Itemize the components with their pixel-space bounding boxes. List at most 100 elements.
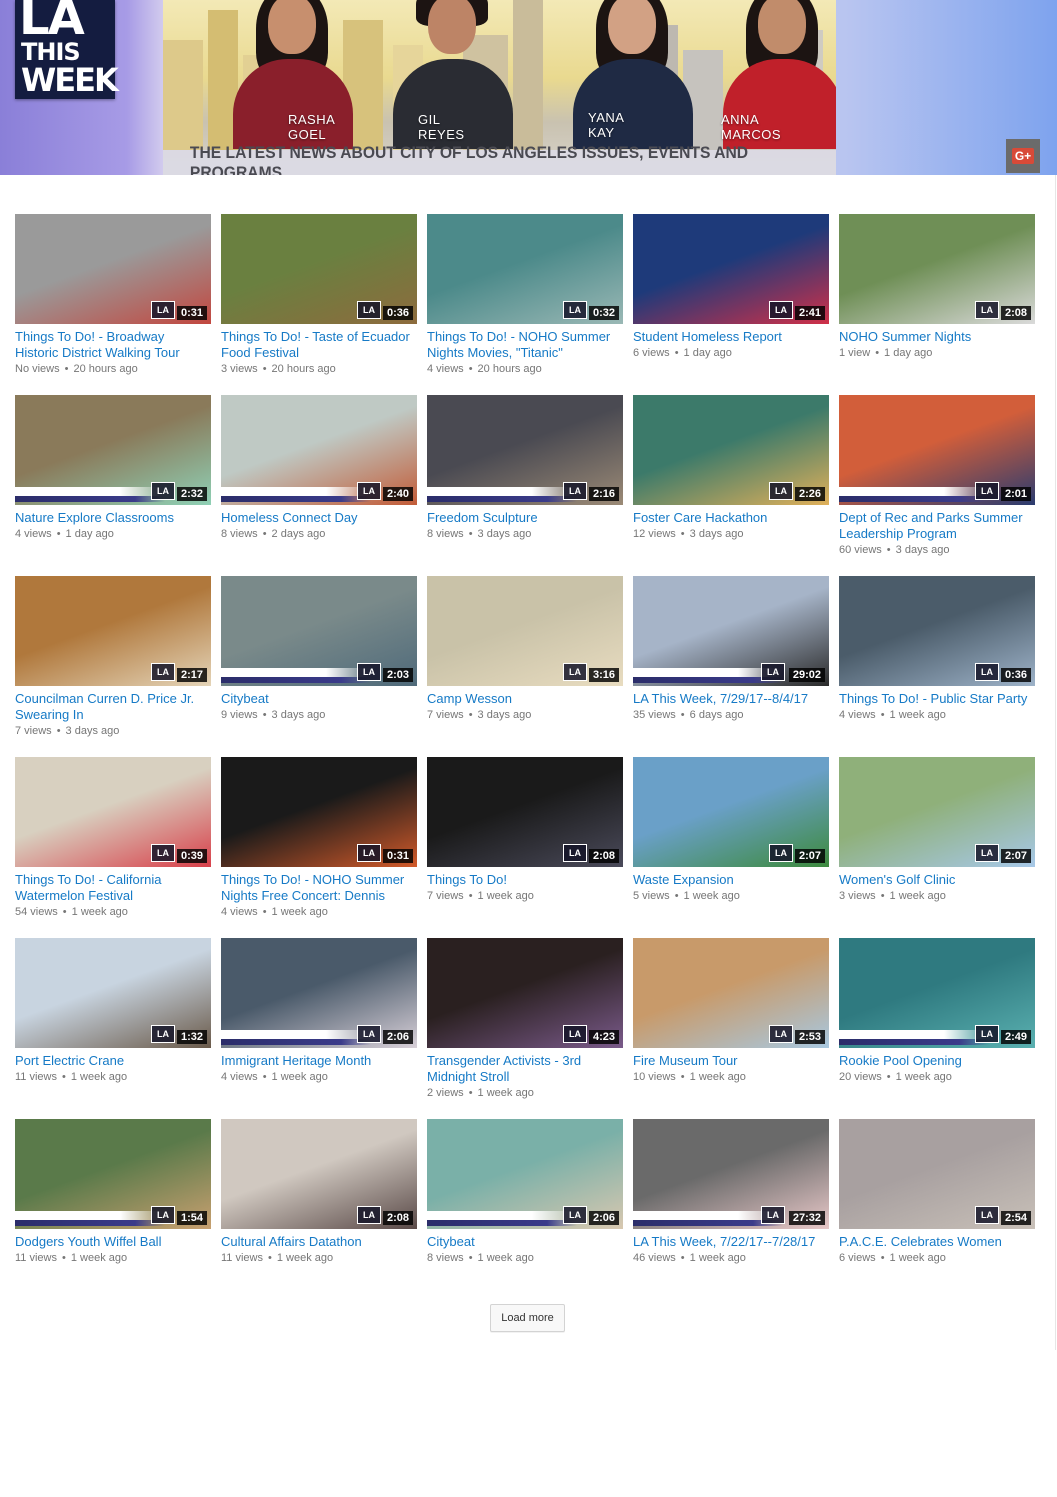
view-count: 7 views — [427, 709, 464, 721]
channel-watermark-icon: LA — [563, 1206, 587, 1224]
video-title-link[interactable]: Dept of Rec and Parks Summer Leadership … — [839, 510, 1035, 542]
video-title-link[interactable]: Nature Explore Classrooms — [15, 510, 211, 526]
video-thumbnail[interactable]: LA 2:03 — [221, 576, 417, 686]
video-title-link[interactable]: LA This Week, 7/29/17--8/4/17 — [633, 691, 829, 707]
video-thumbnail[interactable]: LA 4:23 — [427, 938, 623, 1048]
video-card: LA 2:08 NOHO Summer Nights 1 view • 1 day ago — [839, 214, 1035, 360]
video-thumbnail[interactable]: LA 2:07 — [839, 757, 1035, 867]
video-thumbnail[interactable]: LA 2:06 — [427, 1119, 623, 1229]
video-duration: 2:07 — [1000, 849, 1031, 863]
video-thumbnail[interactable]: LA 2:06 — [221, 938, 417, 1048]
video-title-link[interactable]: Things To Do! - Taste of Ecuador Food Fe… — [221, 329, 417, 361]
video-card: LA 2:54 P.A.C.E. Celebrates Women 6 views • 1… — [839, 1119, 1035, 1265]
view-count: 11 views — [15, 1071, 57, 1083]
video-meta: 54 views • 1 week ago — [15, 905, 211, 919]
video-card: LA 1:32 Port Electric Crane 11 views • 1 week… — [15, 938, 211, 1084]
lower-third-graphic — [839, 487, 989, 496]
video-title-link[interactable]: Foster Care Hackathon — [633, 510, 829, 526]
upload-age: 1 week ago — [477, 890, 534, 902]
video-title-link[interactable]: P.A.C.E. Celebrates Women — [839, 1234, 1035, 1250]
video-thumbnail[interactable]: LA 2:54 — [839, 1119, 1035, 1229]
video-title-link[interactable]: Citybeat — [221, 691, 417, 707]
separator-dot: • — [468, 1087, 473, 1099]
video-title-link[interactable]: Things To Do! - NOHO Summer Nights Movie… — [427, 329, 623, 361]
video-title-link[interactable]: Cultural Affairs Datathon — [221, 1234, 417, 1250]
video-title-link[interactable]: Camp Wesson — [427, 691, 623, 707]
video-thumbnail[interactable]: LA 0:39 — [15, 757, 211, 867]
video-thumbnail[interactable]: LA 2:32 — [15, 395, 211, 505]
video-title-link[interactable]: Councilman Curren D. Price Jr. Swearing … — [15, 691, 211, 723]
separator-dot: • — [62, 906, 67, 918]
video-card: LA 0:31 Things To Do! - NOHO Summer Nights… — [221, 757, 417, 919]
video-thumbnail[interactable]: LA 2:08 — [427, 757, 623, 867]
channel-watermark-icon: LA — [563, 844, 587, 862]
video-title-link[interactable]: Freedom Sculpture — [427, 510, 623, 526]
video-card: LA 2:32 Nature Explore Classrooms 4 views • 1… — [15, 395, 211, 541]
video-thumbnail[interactable]: LA 2:49 — [839, 938, 1035, 1048]
video-title-link[interactable]: LA This Week, 7/22/17--7/28/17 — [633, 1234, 829, 1250]
video-thumbnail[interactable]: LA 2:08 — [839, 214, 1035, 324]
video-meta: 11 views • 1 week ago — [15, 1070, 211, 1084]
view-count: 4 views — [839, 709, 876, 721]
video-title-link[interactable]: Things To Do! — [427, 872, 623, 888]
upload-age: 3 days ago — [65, 725, 120, 737]
load-more-button[interactable]: Load more — [490, 1304, 565, 1332]
video-thumbnail[interactable]: LA 2:17 — [15, 576, 211, 686]
video-thumbnail[interactable]: LA 2:41 — [633, 214, 829, 324]
google-plus-button[interactable]: G+ — [1006, 139, 1040, 173]
upload-age: 1 week ago — [889, 1252, 946, 1264]
separator-dot: • — [61, 1252, 66, 1264]
video-thumbnail[interactable]: LA 0:31 — [221, 757, 417, 867]
video-thumbnail[interactable]: LA 0:36 — [221, 214, 417, 324]
channel-watermark-icon: LA — [357, 482, 381, 500]
video-title-link[interactable]: Student Homeless Report — [633, 329, 829, 345]
video-thumbnail[interactable]: LA 2:08 — [221, 1119, 417, 1229]
host-portrait — [558, 0, 708, 149]
video-title-link[interactable]: Port Electric Crane — [15, 1053, 211, 1069]
video-thumbnail[interactable]: LA 2:53 — [633, 938, 829, 1048]
video-title-link[interactable]: Dodgers Youth Wiffel Ball — [15, 1234, 211, 1250]
video-thumbnail[interactable]: LA 3:16 — [427, 576, 623, 686]
video-thumbnail[interactable]: LA 1:32 — [15, 938, 211, 1048]
video-thumbnail[interactable]: LA 27:32 — [633, 1119, 829, 1229]
video-title-link[interactable]: Waste Expansion — [633, 872, 829, 888]
video-thumbnail[interactable]: LA 0:32 — [427, 214, 623, 324]
video-thumbnail[interactable]: LA 2:26 — [633, 395, 829, 505]
separator-dot: • — [262, 906, 267, 918]
video-thumbnail[interactable]: LA 2:01 — [839, 395, 1035, 505]
view-count: 35 views — [633, 709, 676, 721]
view-count: 8 views — [427, 1252, 464, 1264]
video-title-link[interactable]: Things To Do! - NOHO Summer Nights Free … — [221, 872, 417, 904]
channel-watermark-icon: LA — [357, 301, 381, 319]
video-thumbnail[interactable]: LA 0:36 — [839, 576, 1035, 686]
video-thumbnail[interactable]: LA 2:40 — [221, 395, 417, 505]
lower-third-graphic — [15, 496, 165, 502]
separator-dot: • — [886, 544, 891, 556]
video-duration: 2:41 — [794, 306, 825, 320]
video-title-link[interactable]: Fire Museum Tour — [633, 1053, 829, 1069]
video-title-link[interactable]: Immigrant Heritage Month — [221, 1053, 417, 1069]
video-meta: 1 view • 1 day ago — [839, 346, 1035, 360]
video-thumbnail[interactable]: LA 29:02 — [633, 576, 829, 686]
video-thumbnail[interactable]: LA 2:16 — [427, 395, 623, 505]
view-count: 8 views — [427, 528, 464, 540]
video-title-link[interactable]: Rookie Pool Opening — [839, 1053, 1035, 1069]
video-thumbnail[interactable]: LA 0:31 — [15, 214, 211, 324]
video-title-link[interactable]: Women's Golf Clinic — [839, 872, 1035, 888]
video-title-link[interactable]: Citybeat — [427, 1234, 623, 1250]
separator-dot: • — [680, 528, 685, 540]
video-title-link[interactable]: Transgender Activists - 3rd Midnight Str… — [427, 1053, 623, 1085]
channel-watermark-icon: LA — [975, 482, 999, 500]
video-title-link[interactable]: Homeless Connect Day — [221, 510, 417, 526]
video-title-link[interactable]: NOHO Summer Nights — [839, 329, 1035, 345]
video-thumbnail[interactable]: LA 1:54 — [15, 1119, 211, 1229]
video-duration: 27:32 — [788, 1211, 825, 1225]
video-title-link[interactable]: Things To Do! - Broadway Historic Distri… — [15, 329, 211, 361]
view-count: 2 views — [427, 1087, 464, 1099]
video-title-link[interactable]: Things To Do! - Public Star Party — [839, 691, 1035, 707]
channel-watermark-icon: LA — [975, 663, 999, 681]
video-title-link[interactable]: Things To Do! - California Watermelon Fe… — [15, 872, 211, 904]
channel-watermark-icon: LA — [761, 1206, 785, 1224]
upload-age: 2 days ago — [271, 528, 326, 540]
video-thumbnail[interactable]: LA 2:07 — [633, 757, 829, 867]
